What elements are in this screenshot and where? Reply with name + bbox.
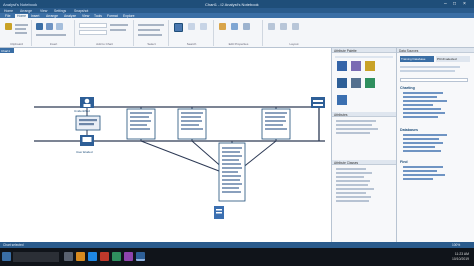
- tab-analyze[interactable]: Analyze: [62, 14, 78, 18]
- start-icon[interactable]: [2, 252, 11, 261]
- tab-selected-source[interactable]: PC19 selected: [436, 56, 470, 62]
- tab-insert[interactable]: Insert: [29, 14, 41, 18]
- link-chart[interactable]: [0, 48, 331, 242]
- tab-chart1[interactable]: Chart1: [0, 48, 14, 53]
- menu-item-home[interactable]: Home: [4, 9, 13, 13]
- entity-type-tile-7[interactable]: [337, 95, 347, 105]
- person-icon[interactable]: [80, 97, 94, 108]
- paste-icon[interactable]: [5, 23, 12, 30]
- tab-format[interactable]: Format: [105, 14, 120, 18]
- attribute-classes-header: Attribute Classes: [332, 160, 396, 165]
- add-entity-dropdown[interactable]: [79, 23, 107, 28]
- tab-arrange[interactable]: Arrange: [44, 14, 60, 18]
- entity-type-tile-5[interactable]: [351, 78, 361, 88]
- icon-insert-icon[interactable]: [36, 23, 43, 30]
- menu-item-arrange[interactable]: Arrange: [20, 9, 32, 13]
- entity-type-tile-3[interactable]: [365, 61, 375, 71]
- event-box-4[interactable]: [261, 108, 291, 140]
- entity-label-bottom: User Eluded: [76, 150, 93, 154]
- user-entity-node[interactable]: [75, 115, 101, 131]
- menu-item-view[interactable]: View: [40, 9, 47, 13]
- group-label-add-to-chart: Add to Chart: [96, 42, 113, 46]
- box-insert-icon[interactable]: [56, 23, 63, 30]
- find-icon[interactable]: [174, 23, 183, 32]
- palette-header: Attribute Palette: [332, 48, 396, 53]
- tab-tools[interactable]: Tools: [92, 14, 104, 18]
- ribbon: Clipboard Insert Add to Chart Select Sea…: [0, 18, 474, 48]
- edit-icon[interactable]: [219, 23, 226, 30]
- status-left: Chart selected: [3, 243, 24, 247]
- group-label-clipboard: Clipboard: [10, 42, 23, 46]
- taskbar-search[interactable]: [13, 252, 59, 262]
- tab-explore[interactable]: Explore: [121, 14, 137, 18]
- event-box-1[interactable]: [126, 108, 156, 140]
- chart-canvas[interactable]: Unidentified User Eluded: [0, 48, 331, 242]
- minimize-icon[interactable]: –: [444, 1, 447, 7]
- attribute-palette-panel: Attribute Palette Attributes Attribute C…: [331, 48, 396, 242]
- tab-view[interactable]: View: [80, 14, 91, 18]
- ribbon-group-add-to-chart: Add to Chart: [76, 20, 134, 46]
- server-icon[interactable]: [311, 97, 325, 108]
- group-label-edit-properties: Edit Properties: [228, 42, 249, 46]
- taskbar: 11:23 AM 10/10/2019: [0, 248, 474, 266]
- app-icon-red[interactable]: [100, 252, 109, 261]
- ribbon-group-select: Select: [135, 20, 169, 46]
- computer-icon[interactable]: [80, 135, 94, 146]
- event-box-2[interactable]: [177, 108, 207, 140]
- menu-item-snapshot[interactable]: Snapshot: [74, 9, 88, 13]
- source-search-input[interactable]: [400, 78, 468, 82]
- group-label-layout: Layout: [289, 42, 299, 46]
- properties-icon[interactable]: [231, 23, 238, 30]
- clock-time: 11:23 AM: [454, 252, 469, 256]
- section-databases: Databases: [400, 128, 418, 132]
- ribbon-group-clipboard: Clipboard: [2, 20, 32, 46]
- visual-search-icon[interactable]: [200, 23, 207, 30]
- data-sources-panel: Data Sources Training Database PC19 sele…: [396, 48, 474, 242]
- document-icon[interactable]: [214, 206, 224, 219]
- group-label-select: Select: [147, 42, 156, 46]
- browser-icon[interactable]: [88, 252, 97, 261]
- ribbon-group-search: Search: [170, 20, 214, 46]
- analysts-notebook-taskbar-icon[interactable]: [136, 252, 145, 261]
- tab-training-database[interactable]: Training Database: [400, 56, 434, 62]
- section-charting: Charting: [400, 86, 415, 90]
- ribbon-group-edit-properties: Edit Properties: [215, 20, 263, 46]
- quick-find-icon[interactable]: [188, 23, 195, 30]
- distribute-icon[interactable]: [292, 23, 299, 30]
- entity-type-tile-1[interactable]: [337, 61, 347, 71]
- file-explorer-icon[interactable]: [76, 252, 85, 261]
- tab-file[interactable]: File: [3, 14, 12, 18]
- zoom-level[interactable]: 100%: [452, 243, 460, 247]
- ribbon-group-insert: Insert: [33, 20, 75, 46]
- link-insert-icon[interactable]: [46, 23, 53, 30]
- task-view-icon[interactable]: [64, 252, 73, 261]
- app-icon-green[interactable]: [112, 252, 121, 261]
- app-icon-purple[interactable]: [124, 252, 133, 261]
- arrange-icon[interactable]: [268, 23, 275, 30]
- group-label-search: Search: [186, 42, 197, 46]
- group-label-insert: Insert: [49, 42, 58, 46]
- data-sources-header: Data Sources: [397, 48, 474, 53]
- align-icon[interactable]: [280, 23, 287, 30]
- entity-label-top: Unidentified: [74, 109, 90, 113]
- app-name: Analyst's Notebook: [3, 1, 38, 7]
- window-title: Chart1 - i2 Analyst's Notebook: [205, 1, 259, 7]
- close-icon[interactable]: ×: [463, 1, 466, 7]
- event-box-3[interactable]: [218, 142, 246, 202]
- clock-date: 10/10/2019: [452, 256, 469, 261]
- ribbon-group-layout: Layout: [264, 20, 324, 46]
- entity-type-tile-6[interactable]: [365, 78, 375, 88]
- attributes-header: Attributes: [332, 112, 396, 117]
- section-find: Find: [400, 160, 408, 164]
- entity-type-tile-4[interactable]: [337, 78, 347, 88]
- title-bar: Analyst's Notebook Chart1 - i2 Analyst's…: [0, 0, 474, 8]
- taskbar-clock[interactable]: 11:23 AM 10/10/2019: [452, 252, 469, 261]
- maximize-icon[interactable]: □: [453, 1, 456, 7]
- menu-item-settings[interactable]: Settings: [54, 9, 66, 13]
- add-link-dropdown[interactable]: [79, 30, 107, 35]
- attributes-icon[interactable]: [243, 23, 250, 30]
- entity-type-tile-2[interactable]: [351, 61, 361, 71]
